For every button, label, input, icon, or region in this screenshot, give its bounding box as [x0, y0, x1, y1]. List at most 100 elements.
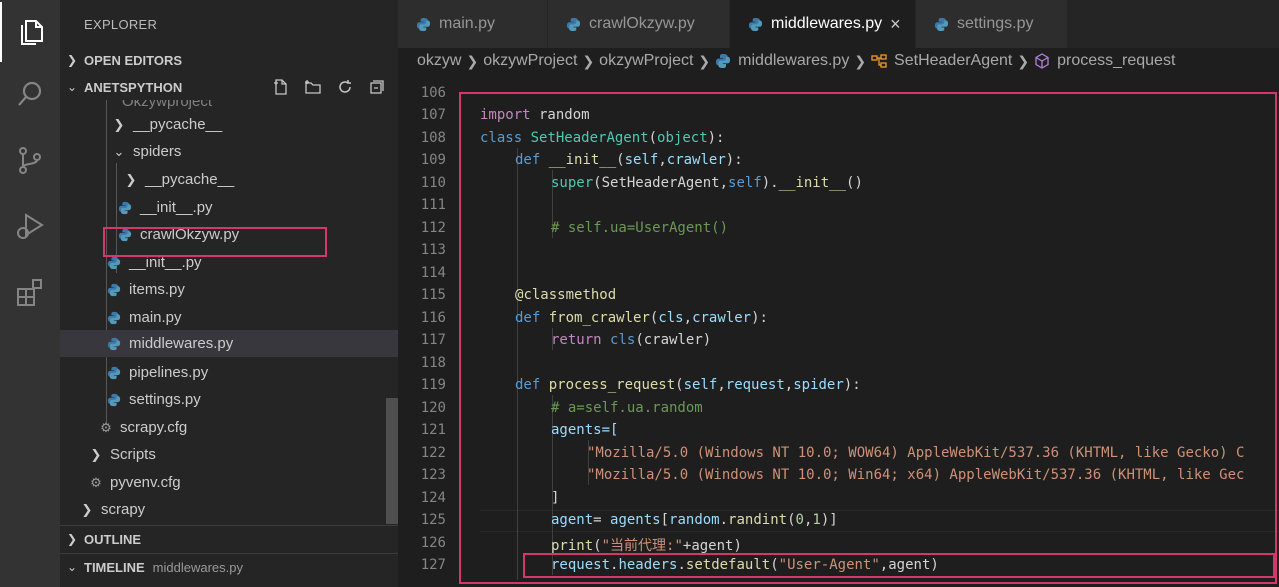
code-editor[interactable]: 106 107 108 109 110 111 112 113 114 115 …	[398, 80, 1279, 587]
new-folder-icon[interactable]	[302, 76, 324, 98]
line-number: 113	[420, 242, 446, 258]
tab-middlewares[interactable]: middlewares.py ×	[730, 0, 916, 48]
selected-file-highlight	[103, 227, 327, 257]
chevron-down-icon: ⌄	[113, 143, 125, 159]
code-line-126: print("当前代理:"+agent)	[551, 538, 742, 554]
explorer-activity-button[interactable]	[0, 2, 60, 62]
line-number: 121	[420, 422, 446, 438]
tree-folder-pycache-spiders[interactable]: ❯ __pycache__	[60, 166, 398, 193]
file-tree: Okzywproject ❯ __pycache__ ⌄ spiders ❯ __py…	[60, 100, 398, 524]
close-icon[interactable]: ×	[890, 14, 901, 35]
workspace-section[interactable]: ⌄ ANETSPYTHON	[60, 74, 398, 100]
chevron-right-icon: ❯	[466, 52, 479, 69]
run-debug-icon	[14, 210, 46, 247]
new-file-icon[interactable]	[270, 76, 292, 98]
line-number: 119	[420, 377, 446, 393]
python-file-icon	[107, 256, 121, 269]
tree-file-items[interactable]: items.py	[60, 276, 398, 303]
line-number: 108	[420, 130, 446, 146]
search-activity-button[interactable]	[0, 66, 60, 126]
chevron-right-icon: ❯	[582, 52, 595, 69]
tree-file-settings[interactable]: settings.py	[60, 386, 398, 413]
chevron-right-icon: ❯	[66, 53, 78, 67]
chevron-right-icon: ❯	[854, 52, 867, 69]
line-number: 123	[420, 467, 446, 483]
gear-icon: ⚙	[90, 474, 102, 490]
chevron-right-icon: ❯	[698, 52, 711, 69]
line-number: 114	[420, 265, 446, 281]
breadcrumb: okzyw ❯ okzywProject ❯ okzywProject ❯ mi…	[398, 48, 1279, 74]
line-number: 109	[420, 152, 446, 168]
timeline-file: middlewares.py	[152, 559, 243, 575]
line-number: 124	[420, 490, 446, 506]
open-editors-section[interactable]: ❯ OPEN EDITORS	[60, 47, 398, 73]
code-line-110: super(SetHeaderAgent,self).__init__()	[551, 175, 863, 191]
collapse-all-icon[interactable]	[366, 76, 388, 98]
python-file-icon	[934, 17, 949, 31]
timeline-label: TIMELINE	[84, 559, 145, 575]
code-line-127: request.headers.setdefault("User-Agent",…	[551, 557, 939, 573]
tree-file-middlewares[interactable]: middlewares.py	[60, 330, 398, 357]
tree-file-spiders-init[interactable]: __init__.py	[60, 194, 398, 221]
python-file-icon	[416, 17, 431, 31]
python-file-icon	[716, 54, 731, 68]
breadcrumb-item[interactable]: okzywProject	[599, 52, 693, 70]
outline-section[interactable]: ❯ OUTLINE	[60, 525, 398, 552]
tree-file-main[interactable]: main.py	[60, 304, 398, 331]
method-icon	[1035, 53, 1049, 69]
line-number: 125	[420, 512, 446, 528]
code-line-124: ]	[551, 490, 560, 506]
tree-folder-scripts[interactable]: ❯ Scripts	[60, 441, 398, 468]
chevron-right-icon: ❯	[81, 501, 93, 517]
run-debug-activity-button[interactable]	[0, 198, 60, 258]
sidebar-scrollbar[interactable]	[386, 398, 398, 524]
explorer-sidebar: EXPLORER ❯ OPEN EDITORS ⌄ ANETSPYTHON Ok…	[60, 0, 398, 587]
python-file-icon	[107, 337, 121, 350]
timeline-section[interactable]: ⌄ TIMELINE middlewares.py	[60, 553, 398, 580]
python-file-icon	[107, 283, 121, 296]
extensions-activity-button[interactable]	[0, 264, 60, 324]
code-line-108: class SetHeaderAgent(object):	[480, 130, 725, 146]
line-number: 122	[420, 445, 446, 461]
python-file-icon	[107, 311, 121, 324]
gear-icon: ⚙	[100, 419, 112, 435]
python-file-icon	[107, 393, 121, 406]
tree-folder-spiders[interactable]: ⌄ spiders	[60, 138, 398, 165]
line-number: 118	[420, 355, 446, 371]
tree-folder-scrapy[interactable]: ❯ scrapy	[60, 496, 398, 523]
line-number: 115	[420, 287, 446, 303]
tab-crawlokzyw[interactable]: crawlOkzyw.py	[548, 0, 730, 48]
source-control-activity-button[interactable]	[0, 132, 60, 192]
code-line-119: def process_request(self,request,spider)…	[515, 377, 861, 393]
python-file-icon	[566, 17, 581, 31]
tree-file-pipelines[interactable]: pipelines.py	[60, 359, 398, 386]
breadcrumb-method[interactable]: process_request	[1034, 52, 1175, 70]
code-line-121: agents=[	[551, 422, 619, 438]
line-number: 107	[420, 107, 446, 123]
chevron-right-icon: ❯	[113, 116, 125, 132]
breadcrumb-class[interactable]: SetHeaderAgent	[871, 52, 1012, 70]
files-icon	[15, 14, 47, 51]
chevron-right-icon: ❯	[1017, 52, 1030, 69]
code-line-109: def __init__(self,crawler):	[515, 152, 743, 168]
refresh-icon[interactable]	[334, 76, 356, 98]
line-number: 120	[420, 400, 446, 416]
breadcrumb-item[interactable]: okzywProject	[483, 52, 577, 70]
chevron-right-icon: ❯	[66, 532, 78, 546]
line-number: 112	[420, 220, 446, 236]
code-line-107: import random	[480, 107, 590, 123]
explorer-title: EXPLORER	[84, 17, 158, 32]
tree-file-pyvenv-cfg[interactable]: ⚙ pyvenv.cfg	[60, 469, 398, 496]
tab-settings[interactable]: settings.py	[916, 0, 1068, 48]
tree-file-scrapy-cfg[interactable]: ⚙ scrapy.cfg	[60, 414, 398, 441]
breadcrumb-item[interactable]: okzyw	[417, 52, 461, 70]
line-number: 110	[420, 175, 446, 191]
tab-bar: main.py crawlOkzyw.py middlewares.py × s…	[398, 0, 1279, 48]
tree-folder-pycache[interactable]: ❯ __pycache__	[60, 111, 398, 138]
extensions-icon	[14, 276, 46, 313]
line-number: 111	[420, 197, 446, 213]
line-number: 106	[420, 85, 446, 101]
breadcrumb-file[interactable]: middlewares.py	[715, 52, 849, 70]
tab-main[interactable]: main.py	[398, 0, 548, 48]
code-line-117: return cls(crawler)	[551, 332, 712, 348]
